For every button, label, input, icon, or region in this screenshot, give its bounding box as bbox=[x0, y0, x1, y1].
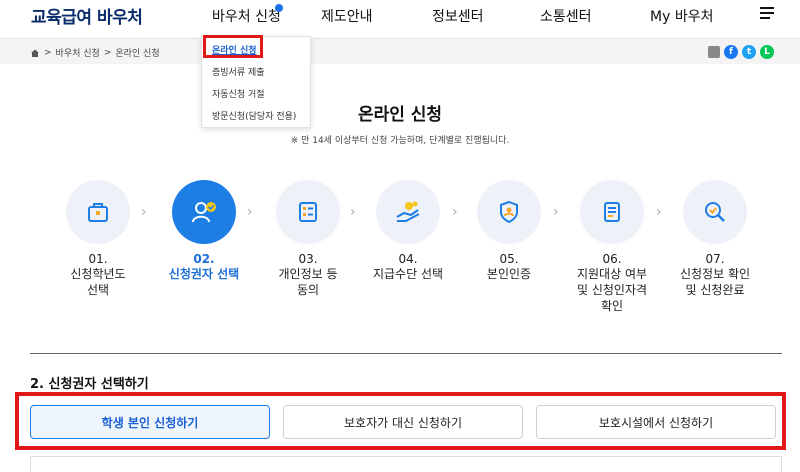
breadcrumb-bar: > 바우처 신청 > 온라인 신청 f t L bbox=[0, 38, 800, 64]
site-logo[interactable]: 교육급여 바우처 bbox=[31, 3, 143, 28]
step-circle bbox=[172, 180, 236, 244]
form-check-icon bbox=[299, 202, 317, 222]
step-5: 05. 본인인증 bbox=[459, 180, 559, 282]
nav-my-voucher[interactable]: My 바우처 bbox=[650, 6, 713, 26]
search-check-icon bbox=[705, 202, 725, 222]
dropdown-item-submit-docs[interactable]: 증빙서류 제출 bbox=[212, 65, 265, 78]
step-number: 02. bbox=[193, 252, 215, 266]
step-circle bbox=[376, 180, 440, 244]
nav-info-center[interactable]: 정보센터 bbox=[432, 6, 484, 26]
step-number: 03. bbox=[298, 252, 318, 266]
step-7: 07. 신청정보 확인 및 신청완료 bbox=[665, 180, 765, 298]
print-icon[interactable] bbox=[708, 46, 720, 58]
site-header: 교육급여 바우처 바우처 신청 제도안내 정보센터 소통센터 My 바우처 bbox=[0, 0, 800, 36]
twitter-icon[interactable]: t bbox=[742, 45, 756, 59]
step-circle bbox=[683, 180, 747, 244]
step-label: 및 신청완료 bbox=[685, 283, 745, 297]
breadcrumb: > 바우처 신청 > 온라인 신청 bbox=[30, 46, 160, 59]
line-icon[interactable]: L bbox=[760, 45, 774, 59]
step-number: 04. bbox=[398, 252, 418, 266]
step-label: 동의 bbox=[296, 283, 320, 297]
nav-new-dot bbox=[275, 4, 283, 12]
nav-system-guide[interactable]: 제도안내 bbox=[321, 6, 373, 26]
step-2: 02. 신청권자 선택 bbox=[154, 180, 254, 282]
nav-communication-center[interactable]: 소통센터 bbox=[540, 6, 592, 26]
dropdown-item-auto-reject[interactable]: 자동신청 거절 bbox=[212, 87, 265, 100]
facebook-icon[interactable]: f bbox=[724, 45, 738, 59]
section-divider bbox=[30, 353, 782, 354]
user-check-icon bbox=[192, 202, 216, 223]
step-circle bbox=[477, 180, 541, 244]
guardian-apply-button[interactable]: 보호자가 대신 신청하기 bbox=[283, 405, 523, 439]
step-1: 01. 신청학년도 선택 bbox=[48, 180, 148, 298]
shield-user-icon bbox=[500, 200, 518, 224]
student-self-apply-button[interactable]: 학생 본인 신청하기 bbox=[30, 405, 270, 439]
nav-voucher-apply[interactable]: 바우처 신청 bbox=[212, 6, 281, 26]
breadcrumb-separator: > bbox=[103, 47, 112, 58]
step-number: 05. bbox=[499, 252, 519, 266]
facility-apply-button[interactable]: 보호시설에서 신청하기 bbox=[536, 405, 776, 439]
step-number: 01. bbox=[88, 252, 108, 266]
step-4: 04. 지급수단 선택 bbox=[358, 180, 458, 282]
hand-coin-icon bbox=[396, 201, 420, 222]
step-circle bbox=[276, 180, 340, 244]
home-icon[interactable] bbox=[30, 48, 40, 58]
breadcrumb-item-online[interactable]: 온라인 신청 bbox=[115, 46, 159, 59]
step-3: 03. 개인정보 등 동의 bbox=[258, 180, 358, 298]
step-circle bbox=[66, 180, 130, 244]
chevron-right-icon: › bbox=[141, 204, 147, 220]
step-label: 개인정보 등 bbox=[278, 267, 338, 281]
section-title: 2. 신청권자 선택하기 bbox=[30, 377, 149, 392]
document-icon bbox=[604, 202, 620, 222]
step-label: 본인인증 bbox=[486, 267, 532, 281]
step-number: 06. bbox=[602, 252, 622, 266]
step-label: 확인 bbox=[600, 299, 624, 313]
dropdown-item-visit-apply[interactable]: 방문신청(담당자 전용) bbox=[212, 109, 296, 122]
menu-icon[interactable] bbox=[760, 7, 774, 19]
highlight-box-online-apply bbox=[203, 35, 263, 58]
step-label: 지급수단 선택 bbox=[372, 267, 444, 281]
share-icons: f t L bbox=[708, 45, 774, 59]
step-label: 신청권자 선택 bbox=[168, 267, 240, 281]
school-bag-icon bbox=[88, 203, 108, 222]
step-number: 07. bbox=[705, 252, 725, 266]
breadcrumb-item-voucher[interactable]: 바우처 신청 bbox=[56, 46, 100, 59]
step-circle bbox=[580, 180, 644, 244]
step-label: 선택 bbox=[86, 283, 110, 297]
step-label: 신청학년도 bbox=[70, 267, 126, 281]
breadcrumb-separator: > bbox=[44, 47, 52, 58]
page-subtitle: ※ 만 14세 이상부터 신청 가능하며, 단계별로 진행됩니다. bbox=[290, 136, 510, 146]
step-label: 신청정보 확인 bbox=[679, 267, 751, 281]
step-label: 및 신청인자격 bbox=[576, 283, 648, 297]
chevron-right-icon: › bbox=[247, 204, 253, 220]
step-6: 06. 지원대상 여부 및 신청인자격 확인 bbox=[562, 180, 662, 314]
page-title: 온라인 신청 bbox=[357, 105, 443, 125]
step-label: 지원대상 여부 bbox=[576, 267, 648, 281]
form-content-box bbox=[30, 456, 782, 472]
